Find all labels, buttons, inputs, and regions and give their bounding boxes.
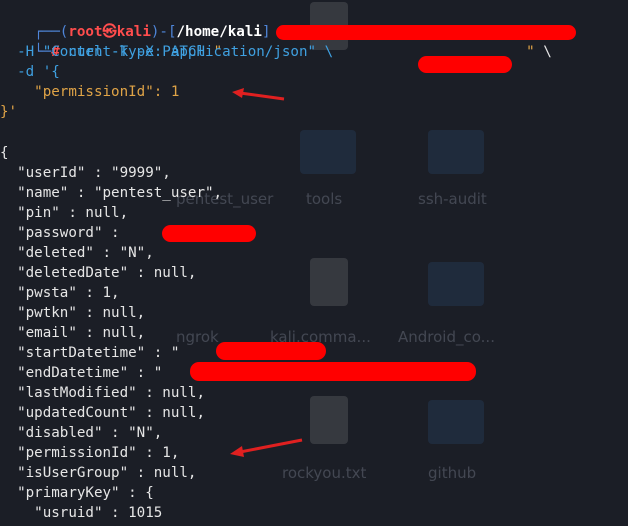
- response-line: "usruid" : 1015: [0, 505, 163, 521]
- response-line: "primaryKey" : {: [0, 485, 154, 501]
- command-line-2: -H "Content-Type: application/json" \: [0, 44, 334, 60]
- response-line: "pwtkn" : null,: [0, 305, 146, 321]
- response-line: "isUserGroup" : null,: [0, 465, 197, 481]
- response-line: "userId" : "9999",: [0, 165, 171, 181]
- response-line: {: [0, 145, 9, 161]
- arrow-icon: [232, 88, 285, 101]
- redacted-start-datetime: [216, 342, 326, 360]
- redacted-password: [162, 225, 256, 242]
- redacted-end-datetime: [190, 362, 476, 381]
- terminal-window[interactable]: ┌──(root㉿kali)-[/home/kali] └─# curl -k …: [0, 0, 628, 526]
- response-line: "deletedDate" : null,: [0, 265, 197, 281]
- response-line: "email" : null,: [0, 325, 146, 341]
- redacted-url: [276, 25, 576, 40]
- arrow-icon: [230, 438, 303, 457]
- redacted-header: [418, 56, 512, 73]
- prompt-line: ┌──(root㉿kali)-[/home/kali]: [34, 24, 271, 40]
- command-line-4: "permissionId": 1: [0, 84, 180, 100]
- response-line: "pwsta" : 1,: [0, 285, 120, 301]
- response-line: "disabled" : "N",: [0, 425, 163, 441]
- response-line: "permissionId" : 1,: [0, 445, 180, 461]
- response-line: "name" : "pentest_user",: [0, 185, 223, 201]
- command-line-3: -d '{: [0, 64, 60, 80]
- response-line: "updatedCount" : null,: [0, 405, 205, 421]
- response-line: "pin" : null,: [0, 205, 129, 221]
- command-line-5: }': [0, 104, 18, 120]
- response-line: "deleted" : "N",: [0, 245, 154, 261]
- response-line: "lastModified" : null,: [0, 385, 205, 401]
